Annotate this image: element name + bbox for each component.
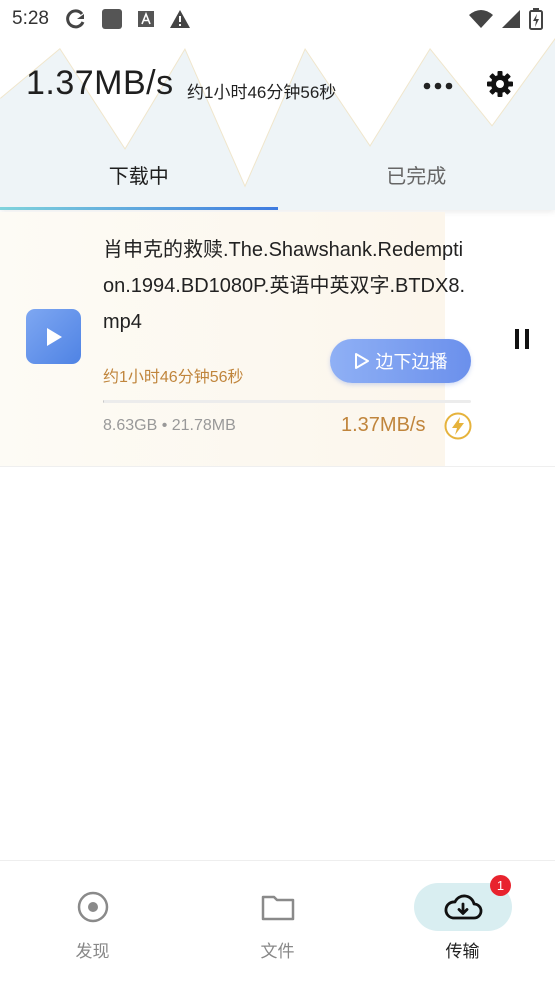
total-eta: 约1小时46分钟56秒 xyxy=(187,78,336,103)
video-file-icon xyxy=(26,309,81,364)
total-speed: 1.37MB/s xyxy=(26,64,174,103)
status-time: 5:28 xyxy=(12,8,49,30)
signal-icon xyxy=(501,9,521,29)
stream-button-label: 边下边播 xyxy=(376,348,448,374)
font-a-icon xyxy=(137,10,155,28)
pause-button[interactable] xyxy=(507,324,537,354)
nav-discover[interactable]: 发现 xyxy=(0,861,185,986)
wifi-icon xyxy=(469,9,493,29)
app-square-icon xyxy=(101,8,123,30)
bottom-navigation: 发现 文件 传输 xyxy=(0,860,555,986)
play-outline-icon xyxy=(354,352,370,370)
download-progress-fill xyxy=(103,400,104,403)
discover-icon xyxy=(76,890,110,924)
speed-boost-icon[interactable] xyxy=(444,412,472,440)
more-button[interactable] xyxy=(420,70,456,102)
transfer-tabs: 下载中 已完成 xyxy=(0,140,555,210)
file-name: 肖申克的救赎.The.Shawshank.Redemption.1994.BD1… xyxy=(103,232,473,340)
nav-discover-icon-wrap xyxy=(44,883,142,931)
item-speed: 1.37MB/s xyxy=(341,414,425,437)
tab-completed[interactable]: 已完成 xyxy=(278,140,555,210)
active-tab-indicator xyxy=(0,207,278,210)
nav-transfer-label: 传输 xyxy=(370,937,555,962)
tab-downloading-label: 下载中 xyxy=(109,160,169,189)
stream-while-downloading-button[interactable]: 边下边播 xyxy=(330,339,471,383)
nav-transfer[interactable]: 传输 xyxy=(370,861,555,986)
tab-completed-label: 已完成 xyxy=(386,160,446,189)
play-icon xyxy=(44,326,64,348)
battery-icon xyxy=(529,8,543,30)
nav-discover-label: 发现 xyxy=(0,937,185,962)
settings-button[interactable] xyxy=(482,66,518,102)
status-bar: 5:28 xyxy=(0,0,555,38)
item-eta: 约1小时46分钟56秒 xyxy=(103,363,244,387)
cloud-download-icon xyxy=(443,892,483,922)
folder-icon xyxy=(261,892,295,922)
nav-files[interactable]: 文件 xyxy=(185,861,370,986)
nav-files-icon-wrap xyxy=(229,883,327,931)
download-item[interactable]: 肖申克的救赎.The.Shawshank.Redemption.1994.BD1… xyxy=(0,212,555,467)
transfer-count-badge: 1 xyxy=(490,875,511,896)
nav-files-label: 文件 xyxy=(185,937,370,962)
size-info: 8.63GB • 21.78MB xyxy=(103,417,236,435)
gear-icon xyxy=(486,70,514,98)
pause-icon xyxy=(513,327,531,351)
more-horizontal-icon xyxy=(423,82,453,90)
download-progress-bar xyxy=(103,400,471,403)
warning-icon xyxy=(169,9,191,29)
tab-downloading[interactable]: 下载中 xyxy=(0,140,278,210)
sync-icon xyxy=(65,8,87,30)
